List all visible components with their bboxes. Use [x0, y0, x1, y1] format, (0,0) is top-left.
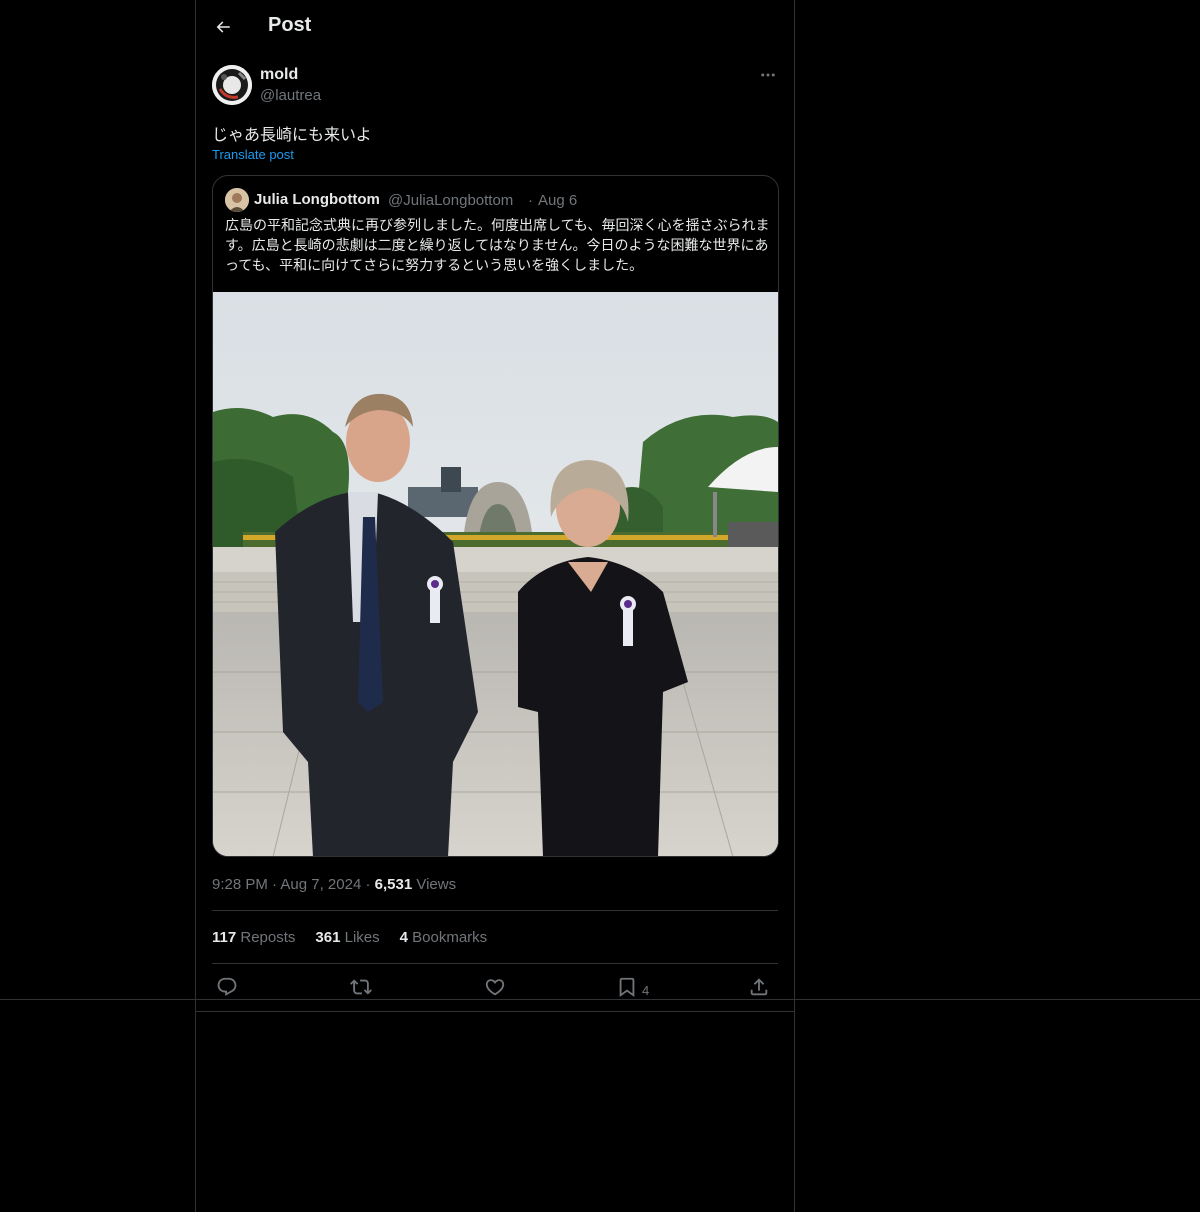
- meta-separator: ·: [365, 876, 375, 893]
- share-button[interactable]: [748, 975, 770, 999]
- post-stats: 117 Reposts 361 Likes 4 Bookmarks: [212, 929, 487, 946]
- share-icon: [748, 976, 770, 998]
- translate-post-link[interactable]: Translate post: [212, 147, 294, 162]
- heart-icon: [484, 976, 506, 998]
- divider: [0, 999, 1200, 1000]
- post-time[interactable]: 9:28 PM: [212, 876, 268, 893]
- quote-author-handle: @JuliaLongbottom: [388, 192, 514, 209]
- views-count: 6,531: [374, 876, 413, 893]
- quote-text: 広島の平和記念式典に再び参列しました。何度出席しても、毎回深く心を揺さぶられます…: [225, 218, 770, 274]
- divider: [212, 910, 778, 911]
- reply-button[interactable]: [216, 975, 238, 999]
- author-name[interactable]: mold: [260, 66, 298, 84]
- repost-button[interactable]: [350, 975, 372, 999]
- reposts-label: Reposts: [240, 929, 296, 946]
- bookmark-count: 4: [642, 982, 650, 998]
- quote-author-name: Julia Longbottom: [254, 191, 380, 208]
- quoted-post[interactable]: Julia Longbottom @JuliaLongbottom · Aug …: [212, 175, 779, 857]
- arrow-left-icon: [214, 18, 232, 36]
- divider: [212, 963, 778, 964]
- quote-date: Aug 6: [538, 192, 578, 209]
- views-label: Views: [416, 876, 457, 893]
- likes-stat[interactable]: 361 Likes: [315, 929, 379, 946]
- reply-icon: [216, 976, 238, 998]
- divider: [195, 1011, 795, 1012]
- page-title: Post: [268, 14, 312, 36]
- more-button[interactable]: [756, 64, 780, 86]
- quote-photo[interactable]: [213, 292, 778, 856]
- likes-count: 361: [315, 929, 341, 946]
- author-handle[interactable]: @lautrea: [260, 87, 321, 104]
- post-date[interactable]: Aug 7, 2024: [280, 876, 361, 893]
- back-button[interactable]: [212, 13, 234, 41]
- action-bar: 4: [212, 975, 778, 999]
- likes-label: Likes: [344, 929, 380, 946]
- more-horizontal-icon: [759, 66, 777, 84]
- page-header: Post: [196, 0, 796, 54]
- bookmark-icon: [616, 976, 638, 998]
- post-column: Post mold @lautrea じゃあ長崎にも来いよ Translate …: [195, 0, 795, 1212]
- post-meta: 9:28 PM · Aug 7, 2024 · 6,531 Views: [212, 876, 456, 893]
- post-text: じゃあ長崎にも来いよ: [212, 125, 372, 144]
- quote-author-avatar: [225, 188, 249, 212]
- separator-dot: ·: [528, 192, 533, 209]
- bookmarks-stat[interactable]: 4 Bookmarks: [400, 929, 488, 946]
- bookmarks-label: Bookmarks: [412, 929, 488, 946]
- bookmarks-count: 4: [399, 929, 408, 946]
- like-button[interactable]: [484, 975, 506, 999]
- bookmark-button[interactable]: 4: [616, 975, 649, 999]
- reposts-stat[interactable]: 117 Reposts: [212, 929, 295, 946]
- reposts-count: 117: [212, 929, 237, 946]
- author-avatar[interactable]: [212, 65, 252, 105]
- repost-icon: [350, 976, 372, 998]
